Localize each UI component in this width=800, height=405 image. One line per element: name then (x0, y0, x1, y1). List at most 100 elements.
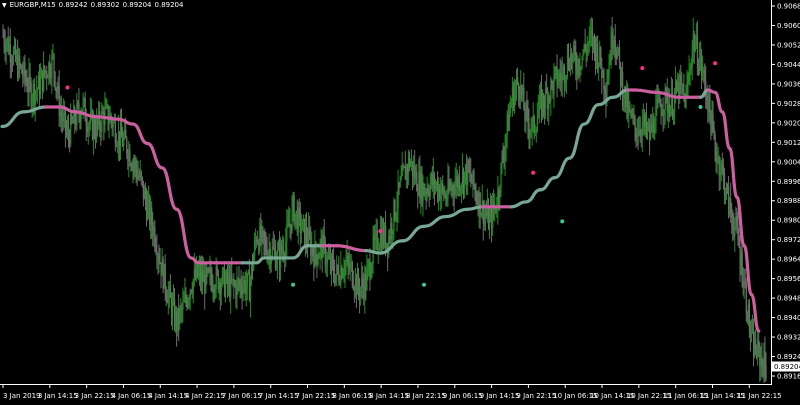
candle-body (762, 363, 764, 376)
candle-body (680, 75, 682, 85)
candle-body (157, 256, 159, 259)
candle-body (502, 156, 504, 160)
candle-body (123, 137, 125, 146)
candle-body (346, 256, 348, 263)
candle-body (641, 122, 644, 136)
ma-line-up-segment (524, 188, 543, 204)
x-tick-label: 11 Jan 22:15 (737, 392, 781, 400)
candle-body (166, 297, 168, 303)
y-tick-label: 0.90365 (777, 80, 800, 88)
candle-body (553, 73, 555, 94)
candle-body (723, 173, 726, 196)
candle-body (504, 146, 506, 160)
candle-body (358, 274, 360, 291)
candle-body (389, 235, 391, 240)
candle-body (230, 273, 232, 298)
chart-window[interactable]: ▼ EURGBP,M15 0.89242 0.89302 0.89204 0.8… (0, 0, 800, 405)
candle-body (286, 223, 288, 242)
candle-body (429, 183, 431, 196)
candle-body (496, 211, 498, 213)
candle-body (297, 207, 299, 233)
candle-body (428, 193, 430, 196)
candle-body (303, 218, 306, 245)
candle-body (9, 44, 12, 62)
candle-body (359, 290, 361, 298)
candle-body (208, 268, 210, 272)
candle-body (147, 203, 149, 220)
candle-body (634, 116, 636, 129)
candle-body (42, 70, 44, 91)
candle-body (499, 192, 501, 197)
candle-body (325, 263, 328, 265)
candle-body (652, 118, 654, 132)
candle-body (259, 225, 261, 251)
candle-body (591, 30, 594, 47)
candle-body (53, 54, 55, 73)
candle-body (69, 135, 71, 145)
candle-body (676, 81, 678, 91)
y-tick-label: 0.89965 (777, 178, 800, 186)
candle-body (56, 88, 58, 92)
candle-body (501, 156, 503, 164)
candle-body (378, 247, 381, 250)
candle-body (334, 274, 336, 283)
candle-body (681, 84, 683, 85)
candle-body (136, 169, 138, 179)
x-tick-label: 8 Jan 06:15 (332, 392, 372, 400)
candle-body (425, 192, 427, 195)
candle-body (32, 84, 34, 101)
candle-body (694, 45, 697, 51)
y-tick-label: 0.90525 (777, 41, 800, 49)
candle-body (17, 55, 19, 78)
candle-body (244, 280, 246, 294)
current-price-label: 0.89204 (774, 363, 800, 371)
price-chart[interactable]: 0.90685 0.90605 0.90525 0.90445 0.90365 0.902… (0, 0, 800, 405)
candle-body (6, 38, 8, 44)
candle-body (246, 273, 249, 286)
candle-body (351, 262, 353, 286)
candle-body (337, 265, 339, 271)
candle-body (386, 243, 388, 249)
candle-body (113, 121, 115, 123)
candle-body (142, 180, 145, 199)
candle-body (195, 265, 198, 279)
candle-body (40, 70, 43, 78)
candle-body (586, 45, 588, 54)
candle-body (659, 97, 661, 107)
axes-layer: 0.90685 0.90605 0.90525 0.90445 0.90365 0.902… (0, 0, 800, 400)
candle-body (62, 113, 65, 122)
candle-body (731, 212, 733, 218)
candle-body (175, 311, 177, 327)
candle-body (599, 47, 601, 63)
candle-body (112, 122, 114, 128)
candle-body (472, 170, 474, 184)
candle-body (518, 83, 520, 93)
candle-body (679, 75, 681, 99)
candle-body (63, 111, 66, 114)
candle-body (291, 205, 293, 231)
candle-body (704, 69, 706, 82)
candle-body (642, 114, 645, 123)
candle-body (235, 285, 237, 297)
candle-body (581, 55, 583, 67)
candle-body (408, 157, 411, 167)
candle-body (693, 34, 695, 51)
candle-body (59, 111, 61, 116)
candle-body (475, 190, 477, 200)
candle-body (174, 299, 176, 327)
candle-body (158, 256, 160, 263)
candle-body (49, 62, 51, 77)
candle-body (566, 55, 569, 76)
candle-body (261, 228, 263, 242)
y-tick-label: 0.89325 (777, 334, 800, 342)
sell-signal-dot (531, 170, 536, 175)
candle-body (707, 100, 709, 113)
candle-body (491, 207, 493, 227)
candle-body (635, 128, 637, 138)
candle-body (385, 225, 387, 249)
candle-body (75, 122, 77, 125)
candle-body (706, 95, 708, 101)
candle-body (761, 356, 763, 364)
candle-body (624, 86, 626, 100)
candle-body (549, 96, 551, 101)
